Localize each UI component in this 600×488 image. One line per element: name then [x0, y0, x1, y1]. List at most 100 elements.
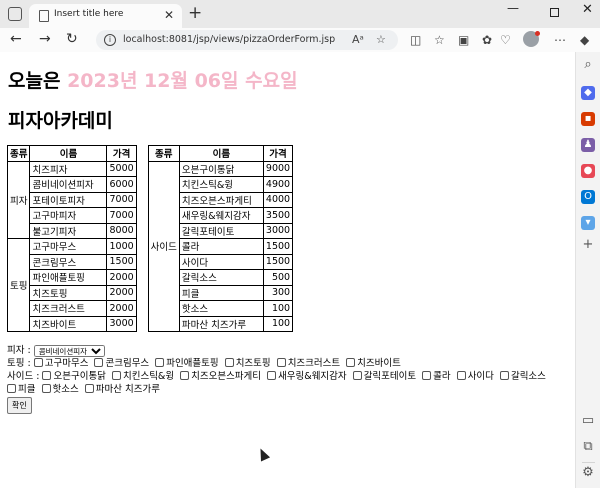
side-label: 사이드 : [7, 371, 40, 382]
side-checkbox[interactable] [42, 371, 52, 380]
side-checkbox[interactable] [41, 384, 51, 393]
notification-dot [535, 31, 540, 36]
item-price: 500 [262, 269, 294, 286]
search-icon[interactable]: ⌕ [581, 58, 595, 72]
mouse-cursor-icon [255, 446, 271, 462]
side-option[interactable]: 갈릭소스 [499, 371, 546, 382]
topping-option[interactable]: 치즈크러스트 [276, 358, 340, 369]
item-name: 포테이토피자 [29, 191, 108, 208]
item-name: 갈릭소스 [178, 269, 264, 286]
more-menu-icon[interactable]: ⋯ [554, 33, 566, 47]
tab-bar: Insert title here ✕ + — ✕ [0, 0, 600, 28]
side-checkbox[interactable] [499, 371, 509, 380]
item-price: 100 [262, 300, 294, 317]
side-option[interactable]: 오븐구이통닭 [42, 371, 106, 382]
topping-checkbox[interactable] [94, 358, 104, 367]
forward-icon[interactable]: → [39, 30, 51, 48]
copilot-icon[interactable]: ◆ [580, 33, 589, 47]
address-bar[interactable]: i localhost:8081/jsp/views/pizzaOrderFor… [96, 30, 398, 50]
item-price: 8000 [106, 222, 137, 239]
tab-title: Insert title here [54, 9, 124, 19]
side-option[interactable]: 피클 [7, 384, 35, 395]
topping-option-label: 파인애플토핑 [166, 358, 219, 369]
side-checkbox[interactable] [456, 371, 466, 380]
new-tab-icon[interactable]: + [188, 3, 202, 23]
side-checkbox[interactable] [267, 371, 277, 380]
split-screen-icon[interactable]: ◫ [410, 33, 421, 47]
topping-option[interactable]: 치즈토핑 [224, 358, 271, 369]
add-sidebar-app-icon[interactable]: + [581, 238, 595, 252]
side-option[interactable]: 갈릭포테이토 [352, 371, 417, 382]
favorite-star-icon[interactable]: ☆ [376, 33, 386, 46]
favorites-icon[interactable]: ☆ [434, 33, 445, 47]
side-checkbox[interactable] [111, 371, 121, 380]
side-option[interactable]: 새우링&웨지감자 [267, 371, 347, 382]
url-text[interactable]: localhost:8081/jsp/views/pizzaOrderForm.… [123, 34, 335, 45]
settings-gear-icon[interactable]: ⚙ [581, 466, 595, 480]
page-title: 피자아카데미 [8, 110, 113, 132]
collections-icon[interactable]: ▣ [458, 33, 469, 47]
browser-essentials-icon[interactable]: ♡ [500, 33, 511, 47]
sidebar-layout-icon[interactable]: ▭ [581, 414, 595, 428]
close-tab-icon[interactable]: ✕ [164, 7, 174, 23]
topping-checkbox[interactable] [276, 358, 286, 367]
side-checkbox[interactable] [422, 371, 432, 380]
side-option[interactable]: 치즈오븐스파게티 [180, 371, 261, 382]
side-option[interactable]: 파마산 치즈가루 [84, 384, 160, 395]
topping-option[interactable]: 치즈바이트 [346, 358, 401, 369]
side-list: 오븐구이통닭 치킨스틱&윙 치즈오븐스파게티 새우링&웨지감자 갈릭포테이토 콜… [7, 371, 549, 395]
topping-option-label: 고구마무스 [44, 358, 89, 369]
topping-option[interactable]: 콘크림무스 [94, 358, 149, 369]
minimize-icon[interactable]: — [507, 1, 519, 15]
item-name: 치킨스틱&윙 [178, 176, 264, 193]
date-label: 오늘은 [8, 70, 68, 92]
side-option-label: 오븐구이통닭 [53, 371, 106, 382]
site-info-icon[interactable]: i [104, 34, 116, 46]
side-option[interactable]: 콜라 [422, 371, 451, 382]
maximize-icon[interactable] [550, 8, 559, 17]
item-name: 고구마피자 [29, 207, 108, 224]
side-option[interactable]: 치킨스틱&윙 [111, 371, 174, 382]
microsoft365-icon[interactable]: ● [581, 164, 595, 178]
submit-button[interactable]: 확인 [7, 397, 32, 414]
topping-checkbox[interactable] [346, 358, 356, 367]
item-price: 4900 [262, 176, 294, 193]
topping-option[interactable]: 파인애플토핑 [155, 358, 219, 369]
read-aloud-icon[interactable]: Aᵃ [352, 33, 364, 46]
side-checkbox[interactable] [84, 384, 94, 393]
topping-checkbox[interactable] [155, 358, 165, 367]
tab-actions-icon[interactable] [8, 7, 22, 21]
side-checkbox[interactable] [352, 371, 362, 380]
side-option-label: 갈릭포테이토 [363, 371, 417, 382]
tools-briefcase-icon[interactable]: ▪ [581, 112, 595, 126]
refresh-icon[interactable]: ↻ [66, 30, 78, 48]
side-option[interactable]: 사이다 [456, 371, 494, 382]
back-icon[interactable]: ← [10, 30, 22, 48]
browser-tab[interactable]: Insert title here ✕ [29, 4, 182, 28]
topping-checkbox[interactable] [224, 358, 234, 367]
side-row: 사이드 : 오븐구이통닭 치킨스틱&윙 치즈오븐스파게티 새우링&웨지감자 갈릭… [7, 370, 573, 396]
side-option-label: 핫소스 [52, 384, 79, 395]
side-option[interactable]: 핫소스 [41, 384, 79, 395]
side-checkbox[interactable] [180, 371, 190, 380]
extensions-icon[interactable]: ✿ [482, 33, 492, 47]
item-price: 2000 [106, 269, 137, 286]
topping-list: 고구마무스 콘크림무스 파인애플토핑 치즈토핑 치즈크러스트 치즈바이트 [33, 358, 404, 369]
shopping-tag-icon[interactable]: ◆ [581, 86, 595, 100]
header-price: 가격 [106, 145, 137, 162]
item-price: 2000 [106, 284, 137, 301]
table-gap [135, 161, 149, 332]
side-checkbox[interactable] [7, 384, 16, 393]
item-price: 1000 [106, 238, 137, 255]
drop-icon[interactable]: ▾ [581, 216, 595, 230]
pizza-select[interactable]: 콤비네이션피자 [33, 344, 105, 357]
external-link-icon[interactable]: ⧉ [581, 440, 595, 454]
topping-checkbox[interactable] [33, 358, 43, 367]
menu-table: 종류 이름 가격 종류 이름 가격 피자 치즈피자 5000 사이드 오븐구이통닭 900… [6, 145, 294, 332]
side-option-label: 갈릭소스 [510, 371, 546, 382]
games-icon[interactable]: ♟ [581, 138, 595, 152]
close-window-icon[interactable]: ✕ [582, 2, 593, 17]
item-price: 5000 [106, 160, 137, 177]
topping-option[interactable]: 고구마무스 [33, 358, 89, 369]
outlook-icon[interactable]: O [581, 190, 595, 204]
